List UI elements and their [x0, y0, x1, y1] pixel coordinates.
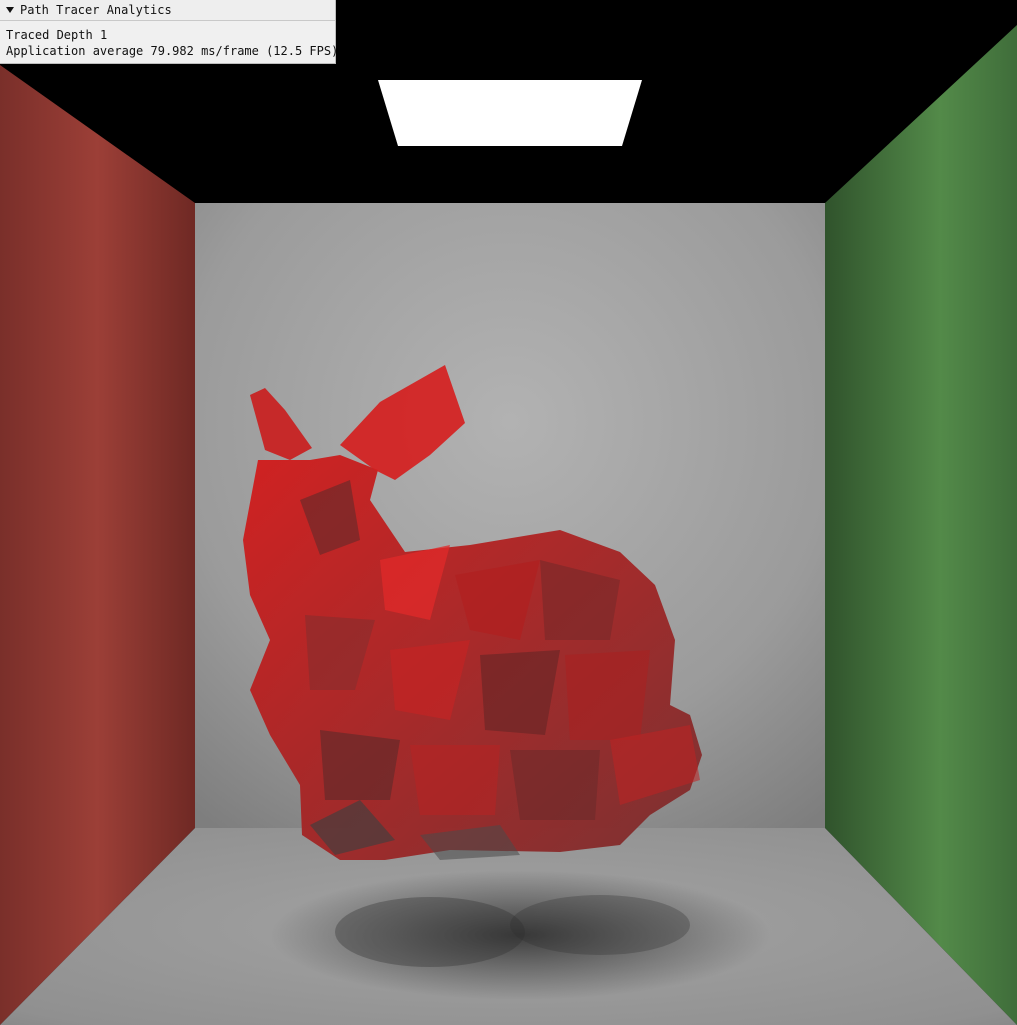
triangle-down-icon[interactable] — [4, 4, 16, 16]
render-viewport[interactable]: Path Tracer Analytics Traced Depth 1 App… — [0, 0, 1017, 1025]
bunny-shadow-inner-2 — [510, 895, 690, 955]
bunny-shadow-inner — [335, 897, 525, 967]
panel-body: Traced Depth 1 Application average 79.98… — [0, 21, 339, 59]
traced-depth-line: Traced Depth 1 — [6, 27, 329, 43]
traced-depth-value: 1 — [99, 28, 108, 42]
panel-title: Path Tracer Analytics — [20, 3, 172, 17]
path-traced-scene — [0, 0, 1017, 1025]
triangle-down-icon-shape — [6, 7, 14, 13]
area-light — [378, 80, 642, 146]
application-average-line: Application average 79.982 ms/frame (12.… — [6, 44, 339, 58]
panel-header[interactable]: Path Tracer Analytics — [0, 0, 335, 21]
path-tracer-analytics-panel: Path Tracer Analytics Traced Depth 1 App… — [0, 0, 339, 64]
traced-depth-label: Traced Depth — [6, 28, 93, 42]
